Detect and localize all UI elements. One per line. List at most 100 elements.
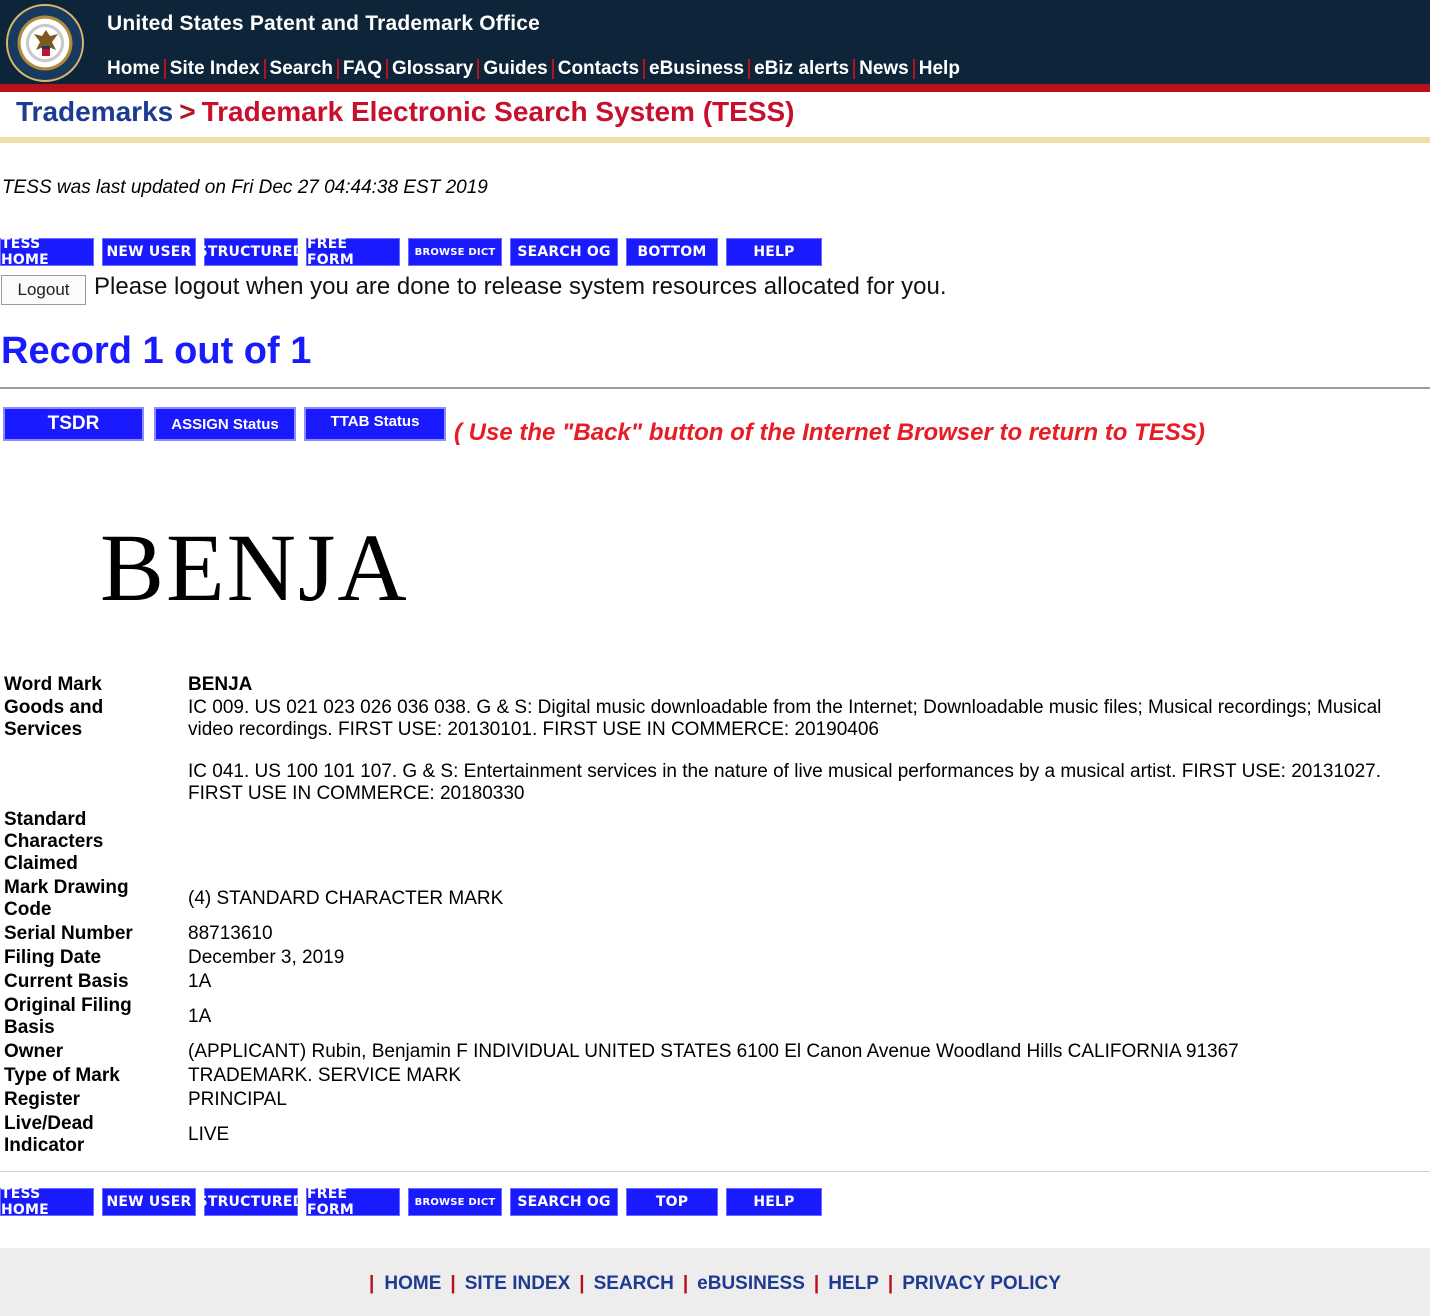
ttab-status-button[interactable]: TTAB Status <box>304 407 446 441</box>
original-filing-basis-label: Original Filing Basis <box>4 995 188 1039</box>
live-dead-value: LIVE <box>188 1124 230 1145</box>
nav-separator <box>643 59 646 79</box>
top-nav: Home Site Index Search FAQ Glossary Guid… <box>107 58 960 80</box>
eagle-icon <box>34 30 58 56</box>
divider <box>0 1171 1430 1172</box>
nav-contacts[interactable]: Contacts <box>558 58 639 80</box>
serial-number-row: Serial Number 88713610 <box>4 923 1424 945</box>
goods-services-label-line: Services <box>4 719 83 740</box>
assign-status-button[interactable]: ASSIGN Status <box>154 407 296 441</box>
free-form-button[interactable]: Free Form <box>306 1186 400 1218</box>
live-dead-label-line: Live/Dead <box>4 1113 94 1134</box>
nav-separator <box>853 59 856 79</box>
live-dead-label-line: Indicator <box>4 1135 85 1156</box>
current-basis-row: Current Basis 1A <box>4 971 1424 993</box>
standard-characters-row: Standard Characters Claimed <box>4 809 1424 875</box>
footer-help-link[interactable]: HELP <box>828 1273 879 1295</box>
mark-drawing-code-label-line: Code <box>4 899 52 920</box>
live-dead-label: Live/Dead Indicator <box>4 1113 188 1157</box>
last-updated-text: TESS was last updated on Fri Dec 27 04:4… <box>2 177 488 198</box>
goods-services-row: Goods and Services IC 009. US 021 023 02… <box>4 697 1424 805</box>
nav-separator <box>336 59 339 79</box>
breadcrumb-separator: > <box>179 96 196 127</box>
original-filing-basis-label-line: Original Filing <box>4 995 132 1016</box>
nav-separator <box>748 59 751 79</box>
top-button[interactable]: Top <box>626 1188 718 1216</box>
owner-value: (APPLICANT) Rubin, Benjamin F INDIVIDUAL… <box>188 1041 1239 1062</box>
browse-dict-button[interactable]: Browse Dict <box>408 1188 502 1216</box>
structured-button[interactable]: Structured <box>198 1188 304 1216</box>
uspto-seal-logo[interactable] <box>6 4 84 82</box>
mark-drawing-code-value: (4) STANDARD CHARACTER MARK <box>188 888 504 909</box>
filing-date-label: Filing Date <box>4 947 102 968</box>
footer-separator: | <box>682 1273 689 1294</box>
nav-news[interactable]: News <box>859 58 909 80</box>
search-og-button[interactable]: SEARCH OG <box>510 238 618 266</box>
footer-nav: | HOME | SITE INDEX | SEARCH | eBUSINESS | H… <box>0 1273 1430 1295</box>
nav-glossary[interactable]: Glossary <box>392 58 473 80</box>
help-button[interactable]: HELP <box>726 238 822 266</box>
logout-button[interactable]: Logout <box>1 275 86 305</box>
word-mark-label: Word Mark <box>4 674 102 695</box>
register-row: Register PRINCIPAL <box>4 1089 1424 1111</box>
back-button-note: ( Use the "Back" button of the Internet … <box>454 419 1205 446</box>
original-filing-basis-label-line: Basis <box>4 1017 55 1038</box>
header-divider <box>0 84 1430 92</box>
type-of-mark-value: TRADEMARK. SERVICE MARK <box>188 1065 462 1086</box>
goods-class-041: IC 041. US 100 101 107. G & S: Entertain… <box>188 761 1382 804</box>
footer-home-link[interactable]: HOME <box>384 1273 441 1295</box>
breadcrumb-trademarks[interactable]: Trademarks <box>16 96 173 127</box>
standard-characters-label-line: Characters <box>4 831 104 852</box>
nav-separator <box>385 59 388 79</box>
bottom-button[interactable]: Bottom <box>626 238 718 266</box>
agency-title: United States Patent and Trademark Offic… <box>107 12 540 35</box>
owner-label: Owner <box>4 1041 64 1062</box>
help-button[interactable]: HELP <box>726 1188 822 1216</box>
nav-ebiz-alerts[interactable]: eBiz alerts <box>754 58 849 80</box>
browse-dict-button[interactable]: Browse Dict <box>408 238 502 266</box>
divider <box>0 387 1430 389</box>
nav-home[interactable]: Home <box>107 58 160 80</box>
word-mark-row: Word Mark BENJA <box>4 673 1424 697</box>
word-mark-value: BENJA <box>188 674 253 695</box>
footer-site-index-link[interactable]: SITE INDEX <box>465 1273 571 1295</box>
tess-home-button[interactable]: TESS Home <box>0 1186 94 1218</box>
free-form-button[interactable]: Free Form <box>306 236 400 268</box>
serial-number-label: Serial Number <box>4 923 133 944</box>
mark-drawing-code-label-line: Mark Drawing <box>4 877 129 898</box>
mark-drawing-code-label: Mark Drawing Code <box>4 877 188 921</box>
nav-ebusiness[interactable]: eBusiness <box>649 58 744 80</box>
goods-services-label: Goods and Services <box>4 697 188 741</box>
serial-number-value: 88713610 <box>188 923 273 944</box>
filing-date-value: December 3, 2019 <box>188 947 345 968</box>
nav-faq[interactable]: FAQ <box>343 58 382 80</box>
nav-site-index[interactable]: Site Index <box>170 58 260 80</box>
nav-separator <box>163 59 166 79</box>
nav-separator <box>912 59 915 79</box>
new-user-button[interactable]: New User <box>102 1188 196 1216</box>
record-title: Record 1 out of 1 <box>1 330 312 372</box>
footer-search-link[interactable]: SEARCH <box>594 1273 674 1295</box>
type-of-mark-row: Type of Mark TRADEMARK. SERVICE MARK <box>4 1065 1424 1087</box>
nav-guides[interactable]: Guides <box>483 58 547 80</box>
register-label: Register <box>4 1089 81 1110</box>
footer-privacy-policy-link[interactable]: PRIVACY POLICY <box>902 1273 1061 1295</box>
trademark-details-table: Word Mark BENJA Goods and Services IC 00… <box>4 673 1424 1157</box>
original-filing-basis-row: Original Filing Basis 1A <box>4 995 1424 1039</box>
owner-row: Owner (APPLICANT) Rubin, Benjamin F INDI… <box>4 1041 1424 1063</box>
nav-search[interactable]: Search <box>270 58 333 80</box>
mark-drawing-code-row: Mark Drawing Code (4) STANDARD CHARACTER… <box>4 877 1424 921</box>
structured-button[interactable]: Structured <box>198 238 304 266</box>
standard-characters-label-line: Standard <box>4 809 87 830</box>
search-og-button[interactable]: SEARCH OG <box>510 1188 618 1216</box>
original-filing-basis-value: 1A <box>188 1006 212 1027</box>
footer-separator: | <box>579 1273 585 1294</box>
tsdr-button[interactable]: TSDR <box>3 407 144 441</box>
new-user-button[interactable]: New User <box>102 238 196 266</box>
standard-characters-label: Standard Characters Claimed <box>4 809 188 875</box>
tess-home-button[interactable]: TESS Home <box>0 236 94 268</box>
nav-separator <box>477 59 480 79</box>
footer-ebusiness-link[interactable]: eBUSINESS <box>697 1273 805 1295</box>
nav-help[interactable]: Help <box>919 58 960 80</box>
tess-toolbar-bottom: TESS Home New User Structured Free Form … <box>0 1186 822 1218</box>
